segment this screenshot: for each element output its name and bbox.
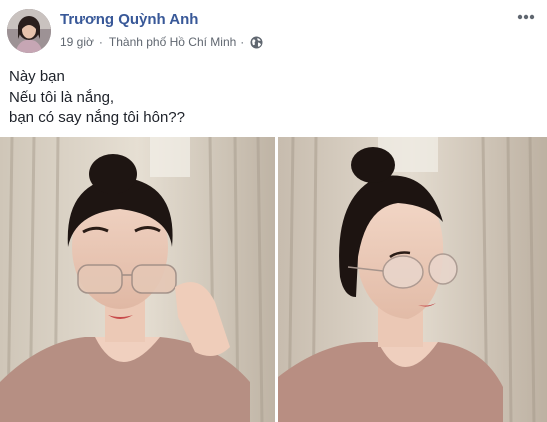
post-header: Trương Quỳnh Anh 19 giờ · Thành phố Hồ C… [0,0,547,62]
photo-grid [0,137,547,422]
author-name[interactable]: Trương Quỳnh Anh [60,11,198,28]
post-meta: 19 giờ · Thành phố Hồ Chí Minh · [60,35,263,49]
avatar[interactable] [7,9,51,53]
globe-icon[interactable] [250,36,263,49]
photo-2[interactable] [278,137,547,422]
meta-separator: · [98,35,103,49]
post-text-line: Này bạn [9,68,65,85]
post-text-line: bạn có say nắng tôi hôn?? [9,109,185,126]
post-text: Này bạn Nếu tôi là nắng, bạn có say nắng… [9,67,185,129]
post-location[interactable]: Thành phố Hồ Chí Minh [109,35,236,49]
post-text-line: Nếu tôi là nắng, [9,88,115,106]
post-time[interactable]: 19 giờ [60,35,94,49]
more-options-icon[interactable] [515,8,537,26]
meta-separator: · [240,35,245,49]
photo-1[interactable] [0,137,275,422]
